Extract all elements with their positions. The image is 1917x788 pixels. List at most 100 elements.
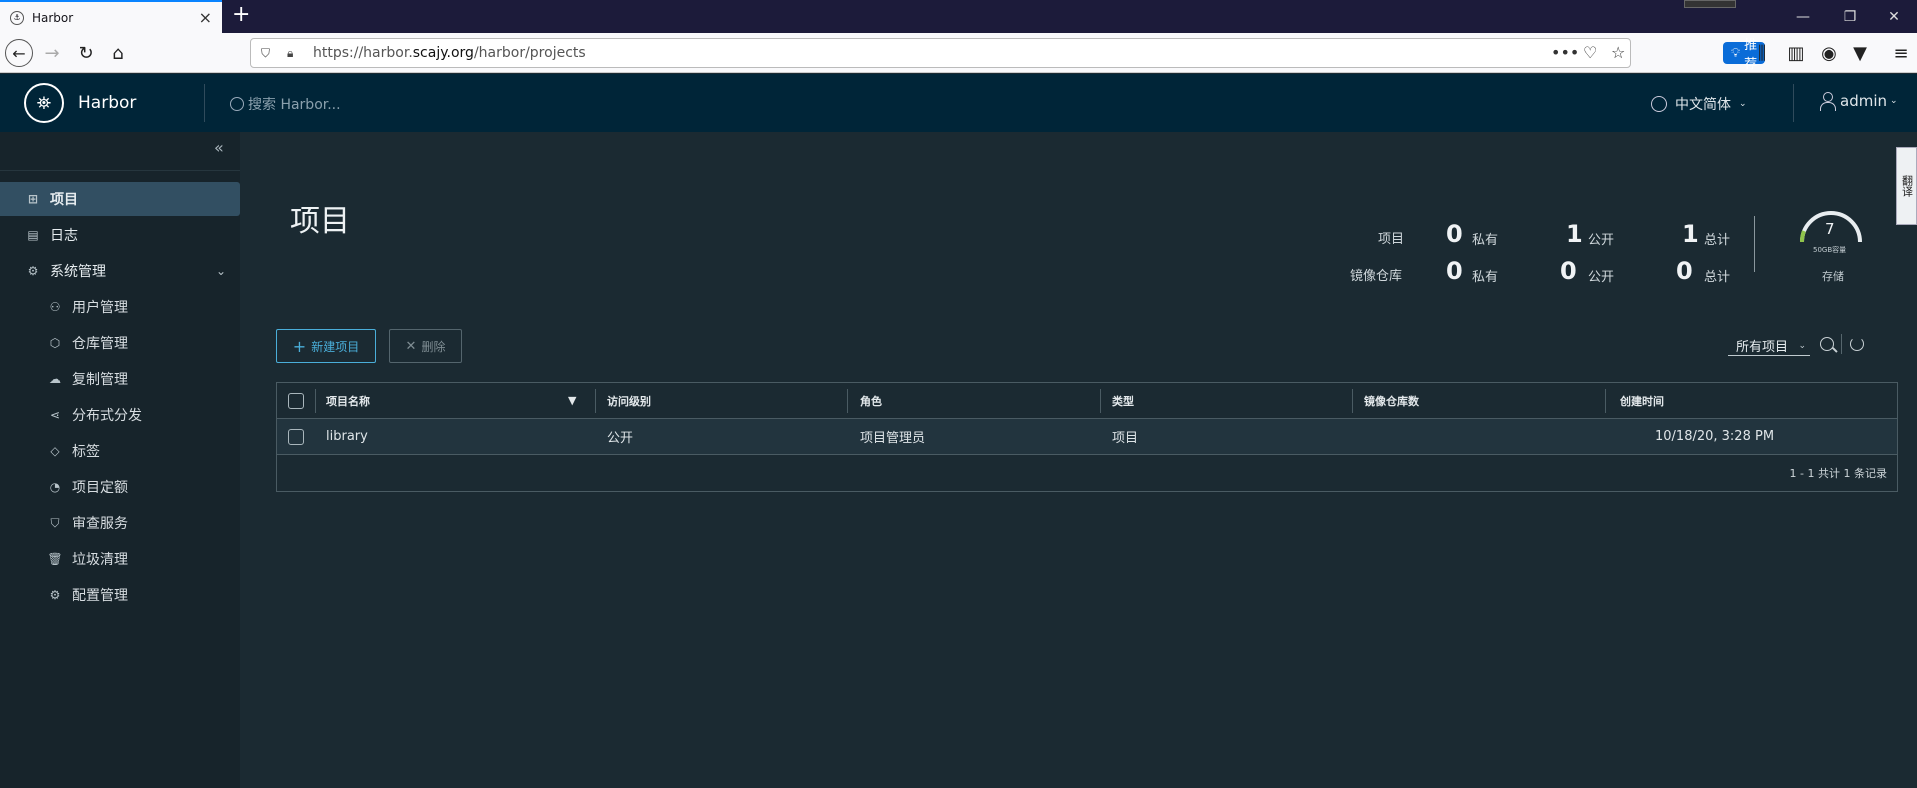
column-header-repo-count[interactable]: 镜像仓库数 xyxy=(1364,383,1419,418)
sidebar-item-label: 日志 xyxy=(50,228,78,244)
sidebar-item-administration[interactable]: ⚙ 系统管理 ⌄ xyxy=(0,254,240,288)
account-icon[interactable]: ◉ xyxy=(1815,39,1843,67)
search-icon xyxy=(230,97,244,111)
stat-row-label: 项目 xyxy=(1378,232,1405,247)
forward-icon[interactable]: → xyxy=(38,39,66,67)
row-checkbox[interactable] xyxy=(288,419,304,454)
delete-button[interactable]: ✕ 删除 xyxy=(389,329,462,363)
storage-capacity: 50GB容量 xyxy=(1813,246,1847,254)
translate-side-tab[interactable]: 翻译 xyxy=(1896,147,1917,225)
search-icon[interactable] xyxy=(1820,337,1834,351)
dashboard-icon: ◔ xyxy=(49,480,61,494)
sidebar-item-labels[interactable]: ◇ 标签 xyxy=(0,434,240,468)
bookmark-star-icon[interactable]: ☆ xyxy=(1611,43,1625,62)
gear-icon: ⚙ xyxy=(49,588,61,602)
sidebar-item-logs[interactable]: ▤ 日志 xyxy=(0,218,240,252)
browser-nav-bar: ← → ↻ ⌂ ⛉ 🔒︎ https://harbor.scajy.org/ha… xyxy=(0,33,1917,73)
projects-icon: ⊞ xyxy=(27,192,39,206)
chevron-down-icon: ⌄ xyxy=(1739,99,1747,109)
admin-icon: ⚙ xyxy=(27,264,39,278)
new-tab-icon[interactable]: + xyxy=(232,2,250,27)
sidebar-item-label: 项目 xyxy=(50,192,78,208)
sidebar-item-distributions[interactable]: ⋖ 分布式分发 xyxy=(0,398,240,432)
sidebar-item-label: 标签 xyxy=(72,444,100,460)
chevron-down-icon: ⌄ xyxy=(1798,340,1806,351)
sidebar-item-replications[interactable]: ☁ 复制管理 xyxy=(0,362,240,396)
sidebar-item-interrogation[interactable]: ⛉ 审查服务 xyxy=(0,506,240,540)
language-selector[interactable]: 中文简体 ⌄ xyxy=(1651,94,1747,114)
user-menu[interactable]: admin ⌄ xyxy=(1820,92,1898,111)
more-icon[interactable]: ••• xyxy=(1551,43,1579,62)
filter-funnel-icon[interactable]: ▼ xyxy=(568,383,576,418)
collapse-sidebar-icon[interactable]: « xyxy=(214,138,224,157)
chevron-down-icon: ⌄ xyxy=(1890,96,1898,106)
column-header-role[interactable]: 角色 xyxy=(860,383,882,418)
cube-icon: ⬡ xyxy=(49,336,61,350)
main-content: 项目 项目 0 私有 1 公开 1 总计 镜像仓库 0 私有 0 公开 0 总计… xyxy=(240,132,1917,788)
extension-icon[interactable]: ▼ xyxy=(1846,39,1874,67)
table-header: 项目名称 ▼ 访问级别 角色 类型 镜像仓库数 创建时间 xyxy=(277,383,1897,419)
column-header-type[interactable]: 类型 xyxy=(1112,383,1134,418)
sidebar-icon[interactable]: ▥ xyxy=(1782,39,1810,67)
trash-icon: 🗑︎ xyxy=(47,552,63,566)
sidebar-item-users[interactable]: ⚇ 用户管理 xyxy=(0,290,240,324)
browser-tab[interactable]: ⚓ Harbor × xyxy=(0,0,222,33)
user-icon xyxy=(1820,92,1836,111)
url-bar[interactable]: ⛉ 🔒︎ https://harbor.scajy.org/harbor/pro… xyxy=(250,38,1766,72)
column-divider xyxy=(1352,389,1353,413)
stat-number: 0 xyxy=(1676,257,1693,285)
column-divider xyxy=(315,389,316,413)
new-project-button[interactable]: + 新建项目 xyxy=(276,329,376,363)
tag-icon: ◇ xyxy=(50,444,60,458)
restore-icon[interactable]: ❐ xyxy=(1827,0,1873,33)
tab-title: Harbor xyxy=(32,10,74,25)
share-icon: ⋖ xyxy=(49,408,61,422)
select-all-checkbox[interactable] xyxy=(288,383,304,418)
shield-icon: ⛉ xyxy=(50,515,60,530)
status-meter xyxy=(1684,0,1736,8)
global-search[interactable]: 搜索 Harbor... xyxy=(230,94,341,114)
harbor-favicon-icon: ⚓ xyxy=(10,10,24,25)
stat-label: 公开 xyxy=(1588,270,1615,285)
creation-time: 10/18/20, 3:28 PM xyxy=(1655,429,1775,444)
home-icon[interactable]: ⌂ xyxy=(104,39,132,67)
delete-label: 删除 xyxy=(421,339,446,354)
plus-icon: + xyxy=(292,336,307,356)
project-filter-select[interactable]: 所有项目 ⌄ xyxy=(1728,336,1810,356)
reload-icon[interactable]: ↻ xyxy=(72,39,100,67)
sidebar-item-projects[interactable]: ⊞ 项目 xyxy=(0,182,240,216)
sidebar-item-label: 用户管理 xyxy=(72,300,128,316)
user-name: admin xyxy=(1840,92,1887,110)
library-icon[interactable]: ⫼ xyxy=(1748,39,1776,67)
search-input[interactable]: 搜索 Harbor... xyxy=(248,94,341,114)
table-row[interactable]: library 公开 项目管理员 项目 10/18/20, 3:28 PM xyxy=(277,419,1897,455)
cloud-icon: ☁ xyxy=(49,372,61,386)
header-divider xyxy=(204,84,205,122)
close-window-icon[interactable]: ✕ xyxy=(1871,0,1917,33)
sidebar: « ⊞ 项目 ▤ 日志 ⚙ 系统管理 ⌄ ⚇ 用户管理 ⬡ 仓库管理 ☁ 复制管… xyxy=(0,132,240,788)
sidebar-item-registries[interactable]: ⬡ 仓库管理 xyxy=(0,326,240,360)
menu-icon[interactable]: ≡ xyxy=(1887,39,1915,67)
sidebar-item-configuration[interactable]: ⚙ 配置管理 xyxy=(0,578,240,612)
sidebar-item-label: 项目定额 xyxy=(72,480,128,496)
back-icon[interactable]: ← xyxy=(5,39,33,67)
sidebar-item-quotas[interactable]: ◔ 项目定额 xyxy=(0,470,240,504)
filter-value: 所有项目 xyxy=(1736,340,1789,355)
tab-close-icon[interactable]: × xyxy=(199,8,212,27)
pocket-icon[interactable]: ♡ xyxy=(1583,43,1597,62)
sidebar-item-label: 分布式分发 xyxy=(72,408,142,424)
minimize-icon[interactable]: — xyxy=(1780,0,1826,33)
project-name-link[interactable]: library xyxy=(326,419,368,454)
stat-label: 总计 xyxy=(1704,270,1731,285)
brand-name[interactable]: Harbor xyxy=(78,93,136,113)
column-header-created[interactable]: 创建时间 xyxy=(1620,383,1664,418)
stat-label: 总计 xyxy=(1704,233,1731,248)
column-header-name[interactable]: 项目名称 xyxy=(326,383,370,418)
sidebar-item-label: 审查服务 xyxy=(72,516,128,532)
refresh-icon[interactable] xyxy=(1850,337,1864,351)
sidebar-item-gc[interactable]: 🗑︎ 垃圾清理 xyxy=(0,542,240,576)
column-divider xyxy=(595,389,596,413)
harbor-logo-icon[interactable]: ⛯ xyxy=(24,83,64,123)
users-icon: ⚇ xyxy=(49,300,61,314)
column-header-access[interactable]: 访问级别 xyxy=(607,383,651,418)
